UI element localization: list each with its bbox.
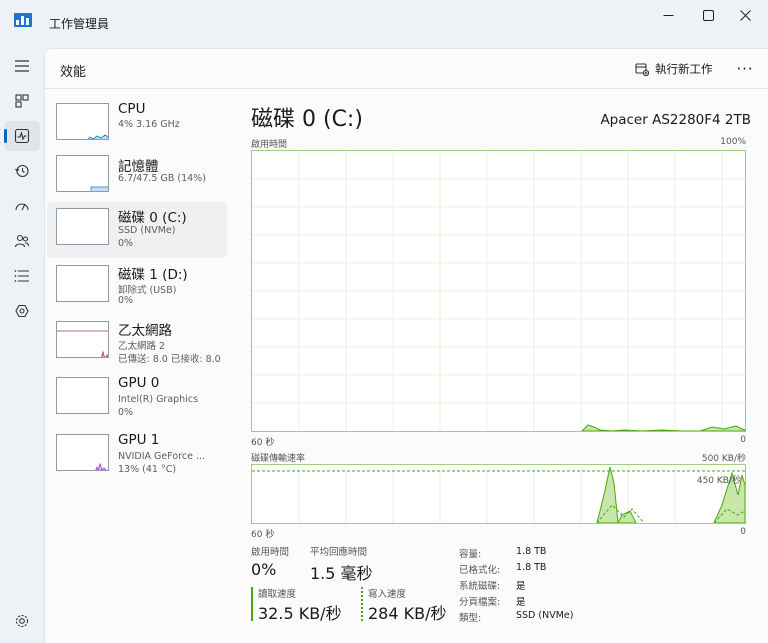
run-task-icon: [635, 63, 649, 76]
resource-gpu-0[interactable]: GPU 0 Intel(R) Graphics 0%: [47, 371, 227, 427]
resource-name: CPU: [118, 101, 146, 117]
run-new-task-button[interactable]: 執行新工作: [635, 58, 713, 80]
ethernet-thumbnail-graph: [56, 321, 109, 358]
close-button[interactable]: [722, 0, 768, 30]
panel-header: 效能 執行新工作 ···: [45, 49, 768, 89]
disk-1-thumbnail-graph: [56, 265, 109, 302]
resource-usage: 0%: [118, 238, 134, 249]
page-title: 效能: [60, 65, 87, 80]
resource-usage: 0%: [118, 295, 134, 306]
nav-performance-button[interactable]: [4, 121, 40, 151]
resource-gpu-1[interactable]: GPU 1 NVIDIA GeForce ... 13% (41 °C): [47, 428, 227, 484]
more-options-button[interactable]: ···: [733, 58, 757, 80]
nav-users-button[interactable]: [4, 226, 40, 256]
nav-app-history-button[interactable]: [4, 156, 40, 186]
nav-processes-button[interactable]: [4, 86, 40, 116]
maximize-icon: [702, 9, 714, 21]
active-time-value: 0%: [251, 560, 277, 579]
services-icon: [15, 304, 29, 318]
property-type-key: 類型:: [459, 613, 482, 624]
resource-detail: SSD (NVMe): [118, 225, 176, 236]
close-icon: [739, 9, 751, 21]
transfer-rate-graph-zero: 0: [740, 527, 746, 537]
active-time-graph-timespan: 60 秒: [251, 438, 275, 448]
property-capacity-value: 1.8 TB: [516, 546, 547, 557]
read-speed-value: 32.5 KB/秒: [258, 604, 342, 623]
resource-name: GPU 1: [118, 432, 160, 448]
resource-detail: NVIDIA GeForce ...: [118, 451, 206, 462]
nav-menu-button[interactable]: [4, 51, 40, 81]
gpu-0-thumbnail-graph: [56, 377, 109, 414]
property-type-value: SSD (NVMe): [516, 610, 574, 621]
read-speed-indicator: [251, 587, 253, 621]
resource-detail: Intel(R) Graphics: [118, 394, 199, 405]
users-icon: [14, 234, 30, 248]
avg-response-value: 1.5 毫秒: [310, 564, 373, 583]
gpu-1-thumbnail-graph: [56, 434, 109, 471]
transfer-rate-graph-label: 磁碟傳輸速率: [251, 454, 306, 464]
transfer-rate-graph-max: 500 KB/秒: [701, 454, 746, 464]
task-manager-logo-icon: [14, 13, 32, 27]
details-icon: [14, 270, 29, 282]
active-time-label: 啟用時間: [251, 547, 290, 558]
nav-services-button[interactable]: [4, 296, 40, 326]
resource-usage: 已傳送: 8.0 已接收: 8.0: [118, 354, 221, 365]
resource-usage: 0%: [118, 407, 134, 418]
hamburger-icon: [15, 60, 29, 72]
resource-detail: 6.7/47.5 GB (14%): [118, 173, 206, 184]
active-time-graph: [251, 150, 746, 432]
resource-usage: 13% (41 °C): [118, 464, 177, 475]
property-system-disk-value: 是: [516, 581, 526, 592]
performance-panel: 效能 執行新工作 ··· CPU 4% 3.16 GHz 記憶體 6.7/47.…: [44, 48, 768, 643]
transfer-rate-graph-timespan: 60 秒: [251, 530, 275, 540]
run-new-task-label: 執行新工作: [655, 62, 713, 76]
resource-cpu[interactable]: CPU 4% 3.16 GHz: [47, 99, 227, 155]
disk-0-thumbnail-graph: [56, 208, 109, 245]
avg-response-label: 平均回應時間: [310, 547, 368, 558]
active-time-graph-zero: 0: [740, 435, 746, 445]
nav-startup-button[interactable]: [4, 191, 40, 221]
nav-settings-button[interactable]: [4, 606, 40, 636]
resource-name: 記憶體: [118, 159, 159, 175]
write-speed-value: 284 KB/秒: [368, 604, 447, 623]
write-speed-indicator: [361, 587, 363, 621]
active-time-graph-label: 啟用時間: [251, 140, 288, 150]
property-formatted-key: 已格式化:: [459, 565, 501, 576]
resource-detail: 4% 3.16 GHz: [118, 119, 180, 130]
memory-thumbnail-graph: [56, 155, 109, 192]
window-title: 工作管理員: [49, 17, 110, 31]
processes-icon: [15, 94, 29, 108]
resource-detail: 卸除式 (USB): [118, 285, 177, 296]
resource-name: GPU 0: [118, 375, 160, 391]
transfer-rate-graph: 450 KB/秒: [251, 464, 746, 525]
minimize-icon: [663, 14, 673, 16]
resource-name: 乙太網路: [118, 323, 172, 339]
performance-icon: [14, 128, 30, 144]
disk-title: 磁碟 0 (C:): [251, 107, 363, 132]
nav-details-button[interactable]: [4, 261, 40, 291]
title-bar: 工作管理員: [0, 0, 768, 48]
disk-model: Apacer AS2280F4 2TB: [600, 112, 751, 128]
property-page-file-value: 是: [516, 597, 526, 608]
property-formatted-value: 1.8 TB: [516, 562, 547, 573]
app-history-icon: [15, 164, 29, 178]
resource-name: 磁碟 0 (C:): [118, 210, 187, 226]
property-system-disk-key: 系統磁碟:: [459, 581, 501, 592]
resource-detail: 乙太網路 2: [118, 341, 166, 352]
write-speed-label: 寫入速度: [368, 589, 407, 600]
read-speed-label: 讀取速度: [258, 589, 297, 600]
active-time-graph-max: 100%: [720, 137, 746, 147]
resource-memory[interactable]: 記憶體 6.7/47.5 GB (14%): [47, 153, 227, 209]
cpu-thumbnail-graph: [56, 103, 109, 140]
resource-name: 磁碟 1 (D:): [118, 267, 188, 283]
property-capacity-key: 容量:: [459, 549, 482, 560]
property-page-file-key: 分頁檔案:: [459, 597, 501, 608]
settings-icon: [15, 614, 29, 628]
resource-disk-0[interactable]: 磁碟 0 (C:) SSD (NVMe) 0%: [47, 202, 227, 258]
resource-ethernet[interactable]: 乙太網路 乙太網路 2 已傳送: 8.0 已接收: 8.0: [47, 315, 227, 371]
transfer-rate-peak-label: 450 KB/秒: [696, 476, 741, 486]
resource-disk-1[interactable]: 磁碟 1 (D:) 卸除式 (USB) 0%: [47, 259, 227, 315]
navigation-rail: [0, 48, 44, 643]
startup-icon: [15, 203, 29, 211]
